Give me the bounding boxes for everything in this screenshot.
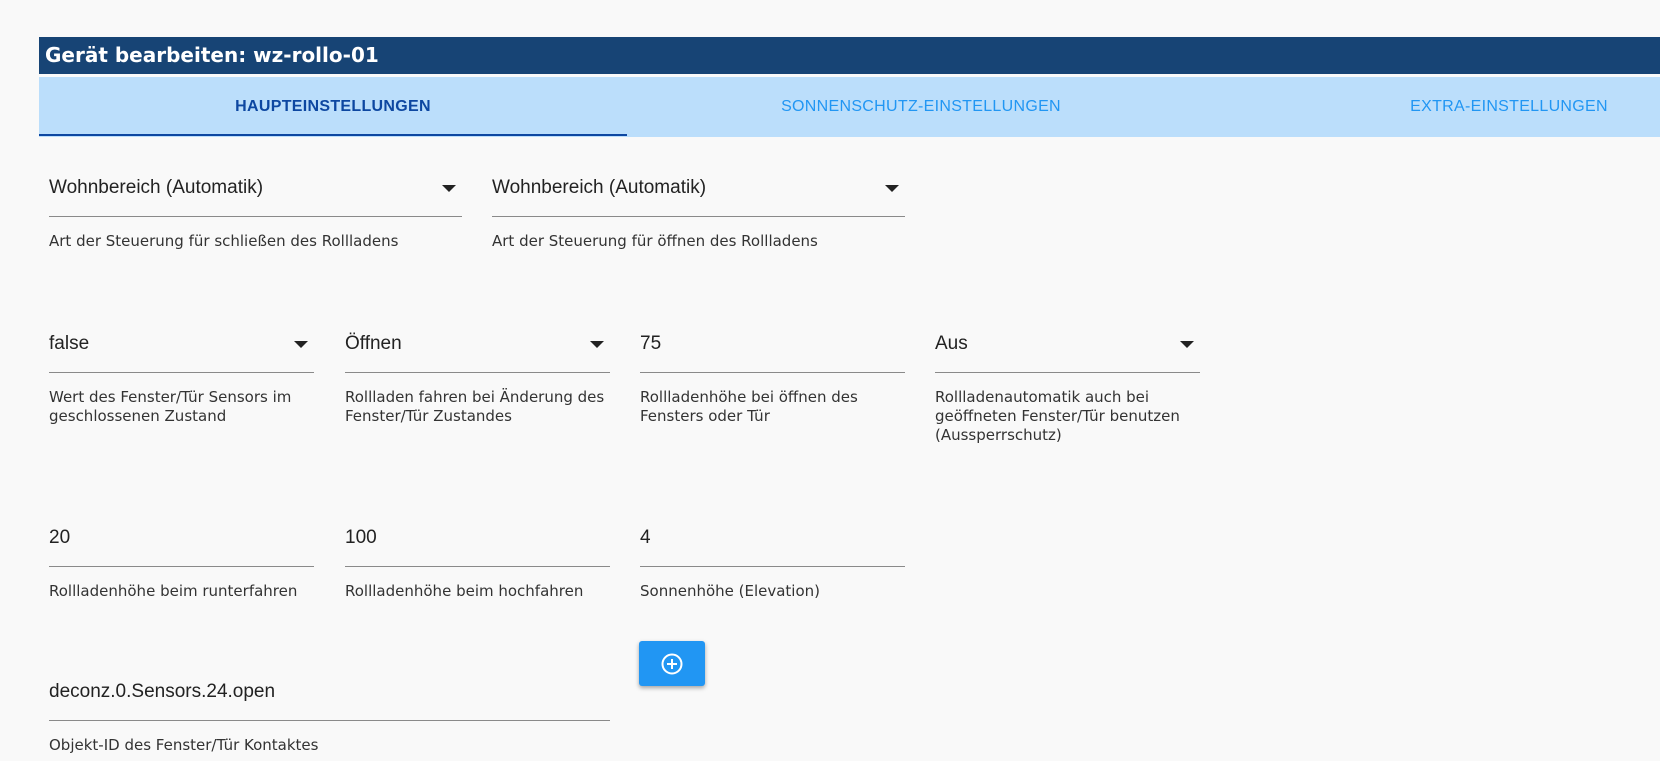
helper-text: Rollladenhöhe bei öffnen des Fensters od… bbox=[640, 388, 858, 425]
dropdown-arrow-icon bbox=[885, 185, 899, 192]
select-value: Wohnbereich (Automatik) bbox=[492, 177, 707, 198]
sensor-closed-value-select[interactable]: false Wert des Fenster/Tür Sensors im ge… bbox=[49, 327, 314, 427]
active-tab-indicator bbox=[39, 134, 627, 136]
tab-extra-einstellungen[interactable]: EXTRA-EINSTELLUNGEN bbox=[1215, 77, 1660, 137]
input-value: deconz.0.Sensors.24.open bbox=[49, 681, 276, 702]
select-value: Aus bbox=[935, 333, 968, 354]
close-control-select[interactable]: Wohnbereich (Automatik) Art der Steuerun… bbox=[49, 171, 462, 251]
plus-circle-icon bbox=[661, 653, 683, 674]
field-underline bbox=[49, 566, 314, 567]
helper-text: Rollladenhöhe beim hochfahren bbox=[345, 582, 584, 600]
sun-elevation-input[interactable]: 4 Sonnenhöhe (Elevation) bbox=[640, 521, 905, 601]
tab-haupteinstellungen[interactable]: HAUPTEINSTELLUNGEN bbox=[39, 77, 627, 137]
tab-label: SONNENSCHUTZ-EINSTELLUNGEN bbox=[781, 98, 1061, 115]
contact-object-id-input[interactable]: deconz.0.Sensors.24.open Objekt-ID des F… bbox=[49, 675, 610, 755]
tab-bar: HAUPTEINSTELLUNGEN SONNENSCHUTZ-EINSTELL… bbox=[39, 77, 1660, 137]
dropdown-arrow-icon bbox=[1180, 341, 1194, 348]
input-value: 75 bbox=[640, 333, 662, 354]
field-underline bbox=[49, 216, 462, 217]
dropdown-arrow-icon bbox=[590, 341, 604, 348]
dialog-title: Gerät bearbeiten: wz-rollo-01 bbox=[39, 37, 1660, 74]
helper-text: Art der Steuerung für öffnen des Rolllad… bbox=[492, 232, 818, 250]
lockout-protection-select[interactable]: Aus Rollladenautomatik auch bei geöffnet… bbox=[935, 327, 1200, 447]
height-on-open-input[interactable]: 75 Rollladenhöhe bei öffnen des Fensters… bbox=[640, 327, 905, 427]
helper-text: Rollladenautomatik auch bei geöffneten F… bbox=[935, 388, 1180, 444]
height-up-input[interactable]: 100 Rollladenhöhe beim hochfahren bbox=[345, 521, 610, 601]
dropdown-arrow-icon bbox=[442, 185, 456, 192]
helper-text: Art der Steuerung für schließen des Roll… bbox=[49, 232, 399, 250]
tab-label: EXTRA-EINSTELLUNGEN bbox=[1410, 98, 1608, 115]
field-underline bbox=[49, 372, 314, 373]
helper-text: Rollladen fahren bei Änderung des Fenste… bbox=[345, 388, 605, 425]
input-value: 20 bbox=[49, 527, 71, 548]
add-object-button[interactable] bbox=[639, 641, 705, 686]
dropdown-arrow-icon bbox=[294, 341, 308, 348]
select-value: Öffnen bbox=[345, 333, 402, 354]
field-underline bbox=[345, 566, 610, 567]
helper-text: Rollladenhöhe beim runterfahren bbox=[49, 582, 298, 600]
tab-label: HAUPTEINSTELLUNGEN bbox=[235, 98, 431, 115]
helper-text: Wert des Fenster/Tür Sensors im geschlos… bbox=[49, 388, 292, 425]
helper-text: Objekt-ID des Fenster/Tür Kontaktes bbox=[49, 736, 319, 754]
field-underline bbox=[345, 372, 610, 373]
helper-text: Sonnenhöhe (Elevation) bbox=[640, 582, 821, 600]
tab-sonnenschutz-einstellungen[interactable]: SONNENSCHUTZ-EINSTELLUNGEN bbox=[627, 77, 1215, 137]
drive-on-change-select[interactable]: Öffnen Rollladen fahren bei Änderung des… bbox=[345, 327, 610, 427]
field-underline bbox=[640, 372, 905, 373]
select-value: false bbox=[49, 333, 90, 354]
input-value: 100 bbox=[345, 527, 377, 548]
field-underline bbox=[492, 216, 905, 217]
open-control-select[interactable]: Wohnbereich (Automatik) Art der Steuerun… bbox=[492, 171, 905, 251]
field-underline bbox=[640, 566, 905, 567]
height-down-input[interactable]: 20 Rollladenhöhe beim runterfahren bbox=[49, 521, 314, 601]
select-value: Wohnbereich (Automatik) bbox=[49, 177, 264, 198]
field-underline bbox=[935, 372, 1200, 373]
field-underline bbox=[49, 720, 610, 721]
input-value: 4 bbox=[640, 527, 651, 548]
